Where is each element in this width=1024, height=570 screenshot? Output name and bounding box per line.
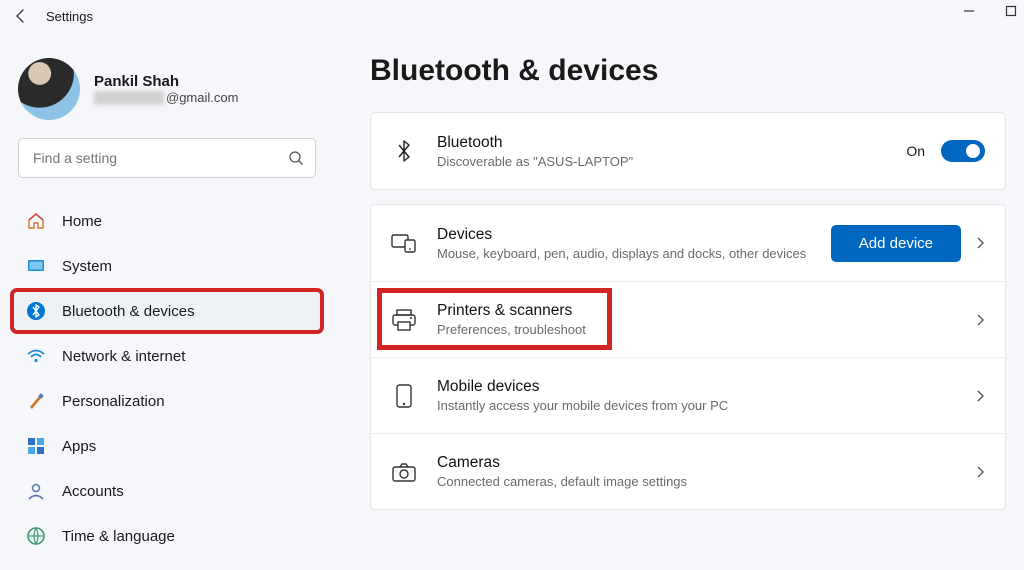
sidebar-label: Bluetooth & devices: [62, 303, 195, 320]
search-input[interactable]: [18, 138, 316, 178]
wifi-icon: [26, 346, 46, 366]
maximize-button[interactable]: [1002, 2, 1020, 20]
row-subtitle: Instantly access your mobile devices fro…: [437, 398, 955, 413]
phone-icon: [391, 383, 417, 409]
sidebar-label: Personalization: [62, 393, 165, 410]
sidebar-item-system[interactable]: System: [12, 245, 322, 287]
row-title: Printers & scanners: [437, 302, 955, 320]
sidebar-label: Accounts: [62, 483, 124, 500]
page-title: Bluetooth & devices: [370, 54, 1006, 88]
row-title: Devices: [437, 226, 811, 244]
profile-email: @gmail.com: [94, 90, 238, 105]
sidebar-label: Apps: [62, 438, 96, 455]
row-subtitle: Connected cameras, default image setting…: [437, 474, 955, 489]
profile-block[interactable]: Pankil Shah @gmail.com: [18, 58, 322, 120]
titlebar: Settings: [0, 0, 1024, 32]
devices-icon: [391, 230, 417, 256]
row-subtitle: Discoverable as "ASUS-LAPTOP": [437, 154, 886, 169]
sidebar-item-accounts[interactable]: Accounts: [12, 470, 322, 512]
back-arrow-icon: [13, 8, 29, 24]
chevron-right-icon: [975, 389, 985, 403]
main-panel: Bluetooth & devices Bluetooth Discoverab…: [334, 32, 1024, 570]
home-icon: [26, 211, 46, 231]
sidebar-item-apps[interactable]: Apps: [12, 425, 322, 467]
window-title: Settings: [46, 9, 93, 24]
brush-icon: [26, 391, 46, 411]
row-bluetooth[interactable]: Bluetooth Discoverable as "ASUS-LAPTOP" …: [371, 113, 1005, 189]
back-button[interactable]: [8, 3, 34, 29]
system-icon: [26, 256, 46, 276]
row-printers-scanners[interactable]: Printers & scanners Preferences, trouble…: [371, 281, 1005, 357]
search-field-wrap: [18, 138, 316, 178]
row-devices[interactable]: Devices Mouse, keyboard, pen, audio, dis…: [371, 205, 1005, 281]
profile-name: Pankil Shah: [94, 73, 238, 90]
search-icon: [288, 150, 304, 166]
row-cameras[interactable]: Cameras Connected cameras, default image…: [371, 433, 1005, 509]
sidebar-label: System: [62, 258, 112, 275]
bluetooth-icon: [26, 301, 46, 321]
chevron-right-icon: [975, 236, 985, 250]
row-title: Mobile devices: [437, 378, 955, 396]
time-icon: [26, 526, 46, 546]
minimize-button[interactable]: [960, 2, 978, 20]
apps-icon: [26, 436, 46, 456]
avatar: [18, 58, 80, 120]
sidebar-label: Network & internet: [62, 348, 185, 365]
chevron-right-icon: [975, 465, 985, 479]
sidebar-item-time-language[interactable]: Time & language: [12, 515, 322, 557]
sidebar-item-network[interactable]: Network & internet: [12, 335, 322, 377]
sidebar-nav: Home System Bluetooth & devices Network …: [12, 200, 322, 560]
row-subtitle: Preferences, troubleshoot: [437, 322, 955, 337]
toggle-state-label: On: [906, 143, 925, 159]
email-redacted: [94, 91, 164, 105]
accounts-icon: [26, 481, 46, 501]
printer-icon: [391, 307, 417, 333]
bluetooth-toggle[interactable]: [941, 140, 985, 162]
sidebar-item-home[interactable]: Home: [12, 200, 322, 242]
bluetooth-glyph-icon: [391, 138, 417, 164]
devices-card-stack: Devices Mouse, keyboard, pen, audio, dis…: [370, 204, 1006, 510]
bluetooth-card: Bluetooth Discoverable as "ASUS-LAPTOP" …: [370, 112, 1006, 190]
camera-icon: [391, 459, 417, 485]
chevron-right-icon: [975, 313, 985, 327]
sidebar: Pankil Shah @gmail.com Home: [0, 32, 334, 570]
row-mobile-devices[interactable]: Mobile devices Instantly access your mob…: [371, 357, 1005, 433]
add-device-button[interactable]: Add device: [831, 225, 961, 262]
row-subtitle: Mouse, keyboard, pen, audio, displays an…: [437, 246, 811, 261]
sidebar-item-bluetooth-devices[interactable]: Bluetooth & devices: [12, 290, 322, 332]
row-title: Bluetooth: [437, 134, 886, 152]
sidebar-label: Time & language: [62, 528, 175, 545]
email-suffix: @gmail.com: [166, 90, 238, 105]
sidebar-item-personalization[interactable]: Personalization: [12, 380, 322, 422]
sidebar-label: Home: [62, 213, 102, 230]
row-title: Cameras: [437, 454, 955, 472]
